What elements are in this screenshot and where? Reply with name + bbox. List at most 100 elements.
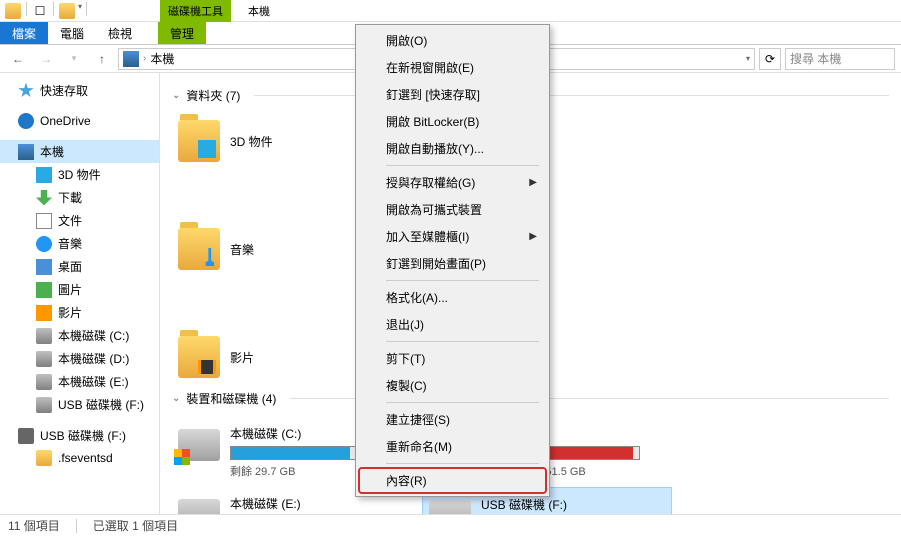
tab-computer[interactable]: 電腦 [48, 22, 96, 44]
drive-icon [36, 397, 52, 413]
up-button[interactable]: ↑ [90, 47, 114, 71]
forward-button[interactable]: → [34, 47, 58, 71]
tab-view[interactable]: 檢視 [96, 22, 144, 44]
star-icon [18, 83, 34, 99]
folder-icon [178, 336, 220, 378]
folder-icon [178, 228, 220, 270]
history-dropdown[interactable]: ▾ [62, 47, 86, 71]
drive-icon [36, 351, 52, 367]
back-button[interactable]: ← [6, 47, 30, 71]
sidebar-item-label: USB 磁碟機 (F:) [58, 396, 144, 413]
cm-format[interactable]: 格式化(A)... [358, 284, 547, 311]
sidebar-item-label: 本機磁碟 (D:) [58, 350, 129, 367]
folder-icon [178, 120, 220, 162]
cloud-icon [18, 113, 34, 129]
cm-separator [386, 165, 539, 166]
tab-manage[interactable]: 管理 [158, 22, 206, 44]
address-dropdown-icon[interactable]: ▾ [746, 54, 750, 63]
refresh-button[interactable]: ⟳ [759, 48, 781, 70]
sidebar-item-label: 文件 [58, 212, 82, 229]
cm-open-portable[interactable]: 開啟為可攜式裝置 [358, 196, 547, 223]
sidebar-documents[interactable]: 文件 [0, 209, 159, 232]
sidebar-item-label: 影片 [58, 304, 82, 321]
sidebar-usb-root[interactable]: USB 磁碟機 (F:) [0, 424, 159, 447]
sidebar-desktop[interactable]: 桌面 [0, 255, 159, 278]
titlebar: ☐ ▾ 磁碟機工具 本機 [0, 0, 901, 22]
drive-icon [429, 500, 471, 514]
sidebar-this-pc[interactable]: 本機 [0, 140, 159, 163]
sidebar-item-label: 桌面 [58, 258, 82, 275]
folder-label: 3D 物件 [230, 133, 273, 150]
qat-properties-icon[interactable]: ☐ [31, 2, 49, 20]
sidebar-downloads[interactable]: 下載 [0, 186, 159, 209]
cube-icon [36, 167, 52, 183]
sidebar-drive-f[interactable]: USB 磁碟機 (F:) [0, 393, 159, 416]
cm-create-shortcut[interactable]: 建立捷徑(S) [358, 406, 547, 433]
sidebar-drive-d[interactable]: 本機磁碟 (D:) [0, 347, 159, 370]
desktop-icon [36, 259, 52, 275]
sidebar-item-label: OneDrive [40, 114, 91, 128]
drive-label: 本機磁碟 (E:) [230, 495, 416, 512]
qat-dropdown-icon[interactable]: ▾ [78, 2, 82, 20]
cm-open[interactable]: 開啟(O) [358, 27, 547, 54]
monitor-icon [18, 144, 34, 160]
window-title: 本機 [240, 0, 278, 22]
folder-label: 影片 [230, 349, 254, 366]
search-input[interactable]: 搜尋 本機 [785, 48, 895, 70]
statusbar: 11 個項目 已選取 1 個項目 [0, 514, 901, 536]
cm-separator [386, 341, 539, 342]
cm-give-access[interactable]: 授與存取權給(G)▶ [358, 169, 547, 196]
cm-rename[interactable]: 重新命名(M) [358, 433, 547, 460]
cm-copy[interactable]: 複製(C) [358, 372, 547, 399]
download-icon [36, 190, 52, 206]
sidebar-fseventsd[interactable]: .fseventsd [0, 447, 159, 469]
cm-add-library[interactable]: 加入至媒體櫃(I)▶ [358, 223, 547, 250]
cm-bitlocker[interactable]: 開啟 BitLocker(B) [358, 108, 547, 135]
tab-file[interactable]: 檔案 [0, 22, 48, 44]
sidebar-item-label: 快速存取 [40, 82, 88, 99]
cm-pin-start[interactable]: 釘選到開始畫面(P) [358, 250, 547, 277]
cm-eject[interactable]: 退出(J) [358, 311, 547, 338]
drive-icon [36, 328, 52, 344]
chevron-down-icon: ⌄ [172, 393, 180, 404]
sidebar-onedrive[interactable]: OneDrive [0, 110, 159, 132]
breadcrumb-separator-icon[interactable]: › [143, 53, 146, 64]
sidebar-quick-access[interactable]: 快速存取 [0, 79, 159, 102]
drive-icon [36, 374, 52, 390]
sidebar-music[interactable]: 音樂 [0, 232, 159, 255]
sidebar-item-label: 下載 [58, 189, 82, 206]
sidebar-item-label: 本機磁碟 (E:) [58, 373, 129, 390]
cm-properties[interactable]: 內容(R) [358, 467, 547, 494]
submenu-arrow-icon: ▶ [529, 177, 537, 188]
usb-icon [18, 428, 34, 444]
submenu-arrow-icon: ▶ [529, 231, 537, 242]
sidebar-pictures[interactable]: 圖片 [0, 278, 159, 301]
cm-open-new-window[interactable]: 在新視窗開啟(E) [358, 54, 547, 81]
picture-icon [36, 282, 52, 298]
cm-cut[interactable]: 剪下(T) [358, 345, 547, 372]
drive-icon [178, 429, 220, 461]
chevron-down-icon: ⌄ [172, 90, 180, 101]
navigation-pane: 快速存取 OneDrive 本機 3D 物件 下載 文件 音樂 桌面 圖片 影片… [0, 73, 160, 514]
group-divider [254, 95, 889, 96]
qat-new-folder-icon[interactable] [58, 2, 76, 20]
sidebar-3d-objects[interactable]: 3D 物件 [0, 163, 159, 186]
music-icon [36, 236, 52, 252]
location-icon [123, 51, 139, 67]
cm-separator [386, 463, 539, 464]
sidebar-item-label: USB 磁碟機 (F:) [40, 427, 126, 444]
cm-pin-quick-access[interactable]: 釘選到 [快速存取] [358, 81, 547, 108]
sidebar-item-label: 圖片 [58, 281, 82, 298]
sidebar-item-label: 音樂 [58, 235, 82, 252]
sidebar-item-label: 本機磁碟 (C:) [58, 327, 129, 344]
sidebar-drive-e[interactable]: 本機磁碟 (E:) [0, 370, 159, 393]
cm-autoplay[interactable]: 開啟自動播放(Y)... [358, 135, 547, 162]
sidebar-item-label: 本機 [40, 143, 64, 160]
cm-separator [386, 280, 539, 281]
group-title: 資料夾 (7) [186, 87, 240, 104]
sidebar-item-label: .fseventsd [58, 451, 113, 465]
breadcrumb-location[interactable]: 本機 [150, 50, 174, 67]
sidebar-videos[interactable]: 影片 [0, 301, 159, 324]
sidebar-drive-c[interactable]: 本機磁碟 (C:) [0, 324, 159, 347]
document-icon [36, 213, 52, 229]
